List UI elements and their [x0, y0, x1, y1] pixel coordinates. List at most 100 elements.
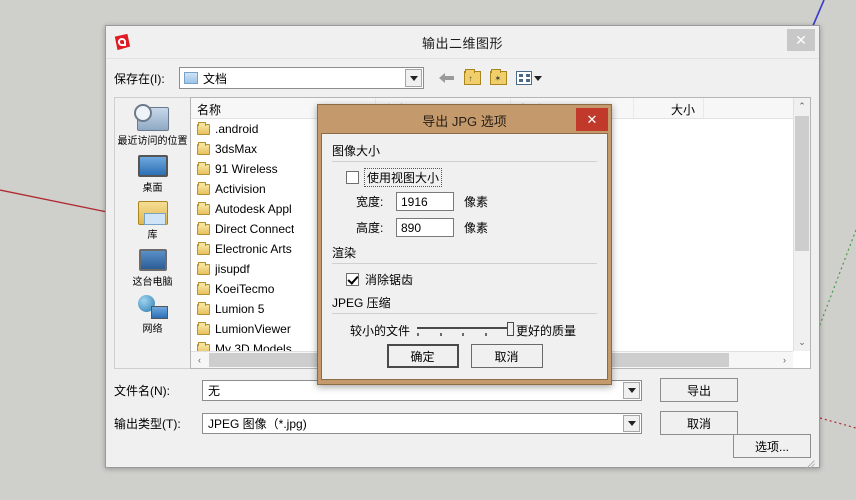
- use-view-size-label: 使用视图大小: [363, 168, 443, 187]
- views-button[interactable]: [514, 69, 544, 88]
- file-name: Lumion 5: [215, 302, 265, 316]
- place-label: 库: [147, 230, 158, 241]
- antialias-label: 消除锯齿: [365, 273, 414, 287]
- place-recent[interactable]: 最近访问的位置: [117, 102, 189, 147]
- image-size-group: 图像大小 使用视图大小 宽度: 1916 像素 高度: 890 像素: [332, 142, 597, 237]
- render-group: 渲染 消除锯齿: [332, 244, 597, 288]
- use-view-size-row[interactable]: 使用视图大小: [346, 168, 597, 187]
- back-button[interactable]: [436, 69, 456, 88]
- width-input[interactable]: 1916: [396, 192, 454, 211]
- group-title: 渲染: [332, 246, 357, 260]
- place-label: 网络: [142, 324, 163, 335]
- export-button[interactable]: 导出: [660, 378, 738, 402]
- jpeg-compression-group: JPEG 压缩 较小的文件 更好的质量: [332, 294, 597, 339]
- jpg-dialog-titlebar: 导出 JPG 选项 ✕: [321, 108, 608, 133]
- scroll-left-icon[interactable]: ‹: [191, 352, 208, 368]
- height-label: 高度:: [356, 221, 384, 235]
- folder-icon: [197, 321, 210, 335]
- up-folder-button[interactable]: ↑: [462, 69, 482, 88]
- compression-slider[interactable]: [414, 321, 515, 339]
- divider: [332, 161, 597, 162]
- dialog-title: 输出二维图形: [421, 35, 503, 51]
- dialog-toolbar: ↑ ✶: [436, 69, 544, 88]
- slider-track: [417, 327, 510, 329]
- chevron-down-icon[interactable]: [623, 414, 640, 432]
- file-type-dropdown[interactable]: JPEG 图像（*.jpg): [202, 412, 642, 434]
- folder-icon: [197, 281, 210, 295]
- divider: [332, 313, 597, 314]
- scroll-down-icon[interactable]: ⌄: [794, 334, 810, 351]
- ok-button[interactable]: 确定: [386, 344, 459, 368]
- file-name: .android: [215, 122, 259, 136]
- file-name: LumionViewer: [215, 322, 291, 336]
- file-type-row: 输出类型(T): JPEG 图像（*.jpg) 取消: [114, 411, 811, 435]
- cancel-button[interactable]: 取消: [660, 411, 738, 435]
- height-input[interactable]: 890: [396, 218, 454, 237]
- width-label: 宽度:: [356, 195, 384, 209]
- slider-ticks: [417, 333, 510, 337]
- file-name: Electronic Arts: [215, 242, 292, 256]
- network-icon: [117, 290, 189, 324]
- cancel-button[interactable]: 取消: [470, 344, 543, 368]
- save-in-row: 保存在(I): 文档 ↑ ✶: [114, 65, 811, 91]
- place-desktop[interactable]: 桌面: [117, 149, 189, 194]
- place-library[interactable]: 库: [117, 196, 189, 241]
- chevron-down-icon[interactable]: [405, 69, 422, 87]
- slider-max-label: 更好的质量: [516, 323, 577, 338]
- chevron-down-icon[interactable]: [623, 381, 640, 399]
- place-label: 桌面: [142, 183, 163, 194]
- file-name: jisupdf: [215, 262, 250, 276]
- folder-icon: [197, 161, 210, 175]
- use-view-size-checkbox[interactable]: [346, 171, 359, 184]
- place-this-pc[interactable]: 这台电脑: [117, 243, 189, 288]
- folder-icon: [197, 301, 210, 315]
- sketchup-logo-icon: [113, 33, 131, 51]
- folder-icon: [197, 241, 210, 255]
- up-folder-icon: ↑: [463, 69, 481, 85]
- jpg-dialog-title: 导出 JPG 选项: [422, 114, 507, 129]
- file-name: Autodesk Appl: [215, 202, 292, 216]
- height-unit: 像素: [464, 221, 489, 235]
- desktop-icon: [117, 149, 189, 183]
- close-icon[interactable]: ✕: [787, 29, 815, 51]
- slider-handle[interactable]: [507, 322, 515, 336]
- folder-icon: [197, 181, 210, 195]
- folder-icon: [197, 221, 210, 235]
- place-network[interactable]: 网络: [117, 290, 189, 335]
- file-name: KoeiTecmo: [215, 282, 275, 296]
- width-row: 宽度: 1916 像素: [356, 192, 597, 211]
- scroll-right-icon[interactable]: ›: [776, 352, 793, 368]
- place-label: 最近访问的位置: [117, 136, 188, 147]
- folder-icon: [197, 201, 210, 215]
- save-in-label: 保存在(I):: [114, 71, 165, 86]
- vertical-scrollbar[interactable]: ⌃ ⌄: [793, 98, 810, 351]
- jpg-dialog-body: 图像大小 使用视图大小 宽度: 1916 像素 高度: 890 像素 渲染 消除…: [321, 133, 608, 380]
- chevron-down-icon: [534, 75, 542, 81]
- group-title: JPEG 压缩: [332, 296, 391, 310]
- this-pc-icon: [117, 243, 189, 277]
- file-name-value: 无: [208, 383, 221, 398]
- places-bar: 最近访问的位置 桌面 库 这台电脑 网络: [114, 97, 190, 369]
- column-header-size[interactable]: 大小: [634, 98, 704, 118]
- options-button[interactable]: 选项...: [733, 434, 811, 458]
- resize-grip[interactable]: [805, 455, 817, 470]
- file-name: 91 Wireless: [215, 162, 278, 176]
- divider: [332, 263, 597, 264]
- save-in-value: 文档: [203, 71, 228, 86]
- place-label: 这台电脑: [132, 277, 173, 288]
- scroll-up-icon[interactable]: ⌃: [794, 98, 810, 115]
- compression-slider-row: 较小的文件 更好的质量: [350, 321, 597, 339]
- close-icon[interactable]: ✕: [576, 108, 608, 131]
- new-folder-icon: ✶: [489, 69, 507, 85]
- jpg-dialog-buttons: 确定 取消: [322, 344, 607, 368]
- new-folder-button[interactable]: ✶: [488, 69, 508, 88]
- folder-icon: [197, 141, 210, 155]
- width-unit: 像素: [464, 195, 489, 209]
- antialias-row[interactable]: 消除锯齿: [346, 271, 597, 288]
- antialias-checkbox[interactable]: [346, 273, 359, 286]
- file-name: Direct Connect: [215, 222, 295, 236]
- folder-icon: [197, 121, 210, 135]
- save-in-dropdown[interactable]: 文档: [179, 67, 424, 89]
- scrollbar-thumb[interactable]: [795, 116, 809, 251]
- file-type-label: 输出类型(T):: [114, 416, 181, 431]
